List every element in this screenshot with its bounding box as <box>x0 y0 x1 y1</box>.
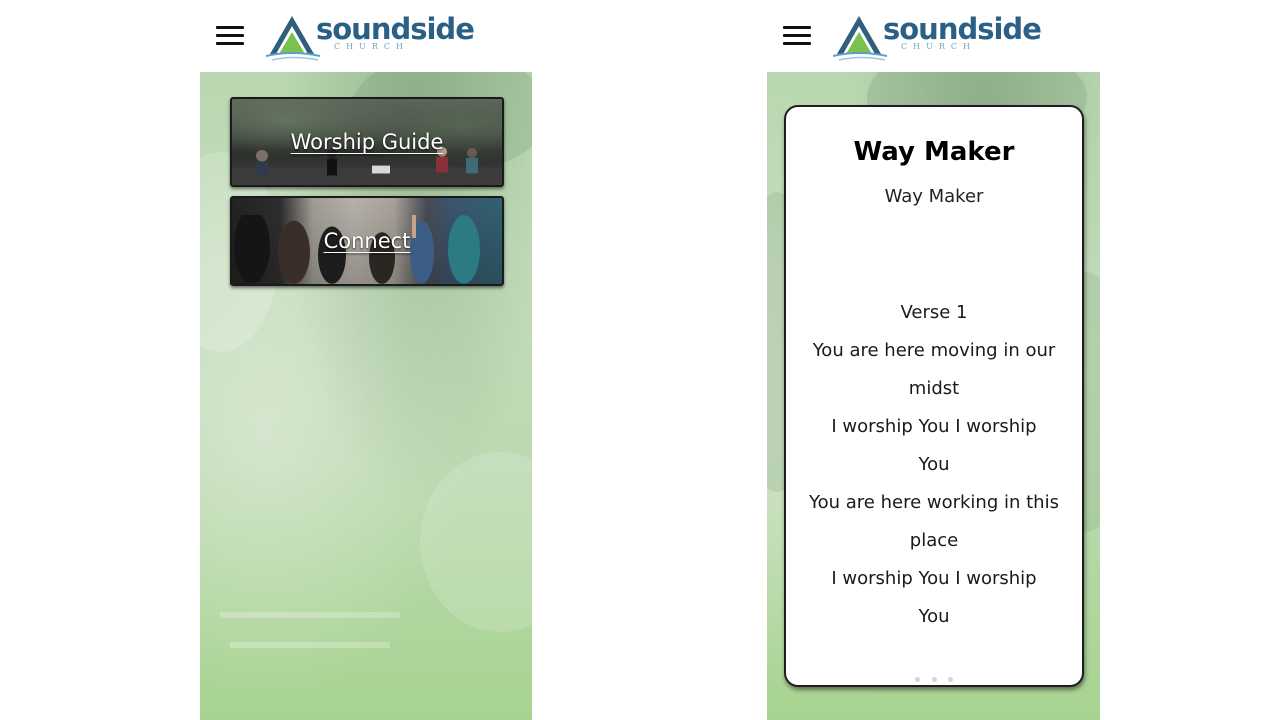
page-dot[interactable] <box>931 677 937 682</box>
home-screen: soundside CHURCH Worship Guide Connect <box>200 0 532 720</box>
lyric-line: You <box>918 454 950 475</box>
soundside-logo[interactable]: soundside CHURCH <box>833 10 1043 62</box>
page-dot[interactable] <box>915 677 921 682</box>
logo-tagline: CHURCH <box>901 42 976 51</box>
song-title: Way Maker <box>853 137 1015 167</box>
background-photo: Worship Guide Connect <box>200 72 532 720</box>
lyric-line: I worship You I worship <box>831 568 1037 589</box>
lyric-line: You are here moving in our <box>812 340 1056 361</box>
connect-label: Connect <box>323 229 411 253</box>
worship-guide-label: Worship Guide <box>290 130 444 154</box>
song-card[interactable]: Way Maker Way Maker Verse 1 You are here… <box>784 105 1084 687</box>
song-screen: soundside CHURCH Way Maker Way Maker Ver… <box>767 0 1100 720</box>
hamburger-menu-icon[interactable] <box>216 24 246 48</box>
worship-guide-tile[interactable]: Worship Guide <box>230 97 504 187</box>
app-header: soundside CHURCH <box>767 0 1100 72</box>
connect-tile[interactable]: Connect <box>230 196 504 286</box>
lyric-line: midst <box>908 378 960 399</box>
lyric-line: place <box>909 530 959 551</box>
logo-wordmark: soundside <box>883 12 1042 46</box>
lyric-line: You are here working in this <box>809 492 1059 513</box>
app-header: soundside CHURCH <box>200 0 532 72</box>
soundside-logo[interactable]: soundside CHURCH <box>266 10 476 62</box>
lyrics-block: Verse 1 You are here moving in our midst… <box>806 294 1062 636</box>
lyric-line: Verse 1 <box>900 302 968 323</box>
background-photo: Way Maker Way Maker Verse 1 You are here… <box>767 72 1100 720</box>
hamburger-menu-icon[interactable] <box>783 24 813 48</box>
lyric-line: I worship You I worship <box>831 416 1037 437</box>
page-dot[interactable] <box>947 677 953 682</box>
logo-wordmark: soundside <box>316 12 475 46</box>
page-indicator[interactable] <box>786 667 1082 686</box>
logo-tagline: CHURCH <box>334 42 409 51</box>
song-subtitle: Way Maker <box>884 186 984 207</box>
lyric-line: You <box>918 606 950 627</box>
